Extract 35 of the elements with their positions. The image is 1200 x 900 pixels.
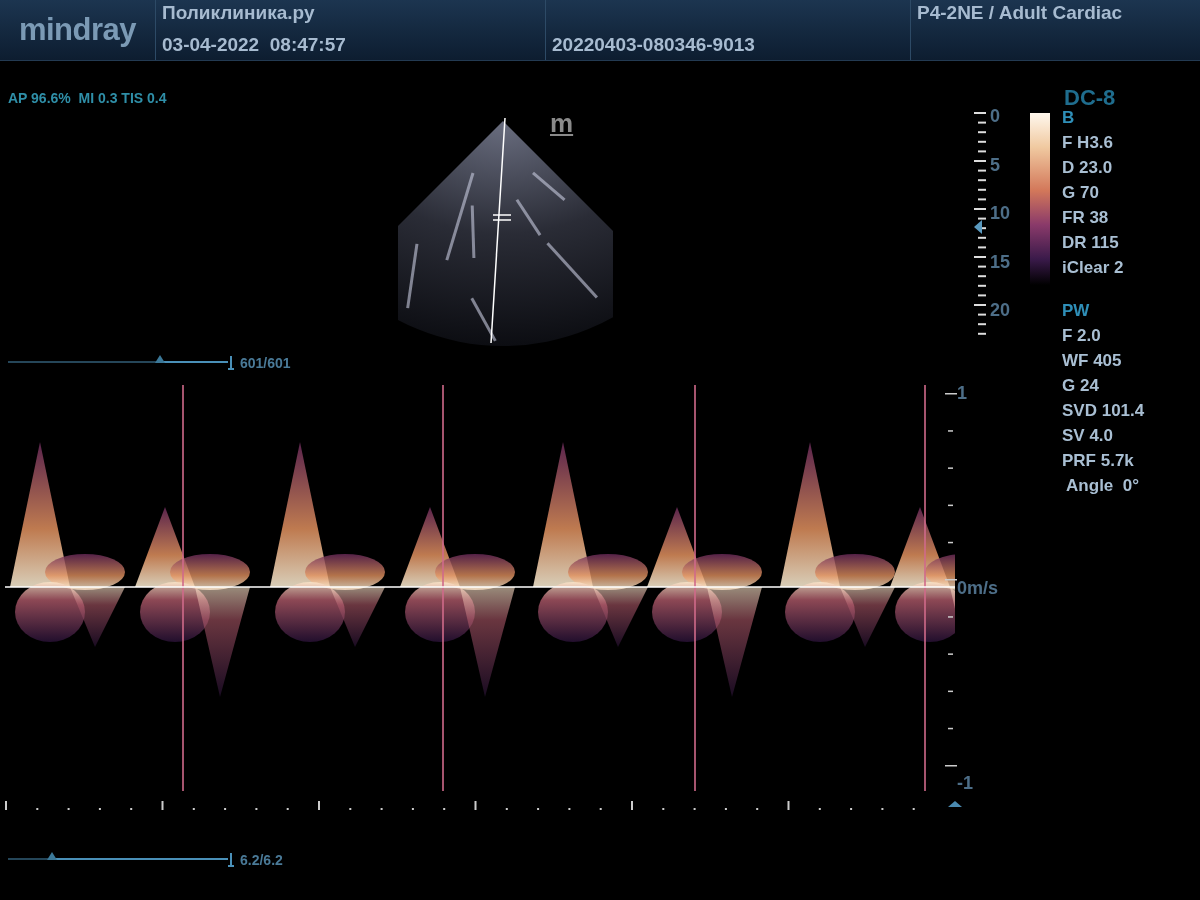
depth-label: 5	[989, 154, 1001, 175]
slider-end-icon	[228, 853, 234, 867]
slider-thumb[interactable]	[47, 852, 57, 860]
parameter-value: SVD 101.4	[1062, 400, 1145, 422]
slider-reading: 6.2/6.2	[240, 852, 283, 868]
slider-end-icon	[228, 356, 234, 370]
parameter-value: WF 405	[1062, 350, 1123, 372]
acoustic-output: AP 96.6% MI 0.3 TIS 0.4	[8, 90, 167, 106]
probe-preset: P4-2NE / Adult Cardiac	[917, 2, 1124, 24]
parameter-value: Angle 0°	[1065, 475, 1140, 497]
depth-label: 20	[989, 300, 1010, 320]
velocity-label: 0m/s	[957, 578, 999, 598]
depth-label: 15	[989, 251, 1010, 272]
slider-thumb[interactable]	[154, 355, 165, 363]
slider-reading: 601/601	[240, 355, 291, 371]
brand-logo: mindray	[17, 11, 138, 49]
parameter-value: G 70	[1062, 182, 1100, 204]
parameter-value: DR 115	[1062, 232, 1120, 254]
mode-marker: m	[550, 110, 574, 136]
exam-id: 20220403-080346-9013	[552, 34, 756, 56]
parameter-value: PRF 5.7k	[1062, 450, 1135, 472]
velocity-label: 1	[957, 383, 968, 403]
parameter-value: G 24	[1062, 375, 1100, 397]
parameter-value: iClear 2	[1062, 257, 1125, 279]
velocity-label: -1	[957, 773, 974, 793]
parameter-value: FR 38	[1062, 207, 1110, 229]
mode-heading: PW	[1062, 300, 1091, 322]
parameter-value: F H3.6	[1062, 132, 1115, 154]
parameter-value: SV 4.0	[1062, 425, 1115, 447]
parameter-value: D 23.0	[1062, 157, 1114, 179]
date-time: 03-04-2022 08:47:57	[162, 34, 347, 56]
parameter-value: F 2.0	[1062, 325, 1102, 347]
depth-label: 10	[989, 203, 1010, 223]
depth-label: 0	[989, 106, 1001, 126]
clinic-name: Поликлиника.ру	[162, 2, 316, 24]
